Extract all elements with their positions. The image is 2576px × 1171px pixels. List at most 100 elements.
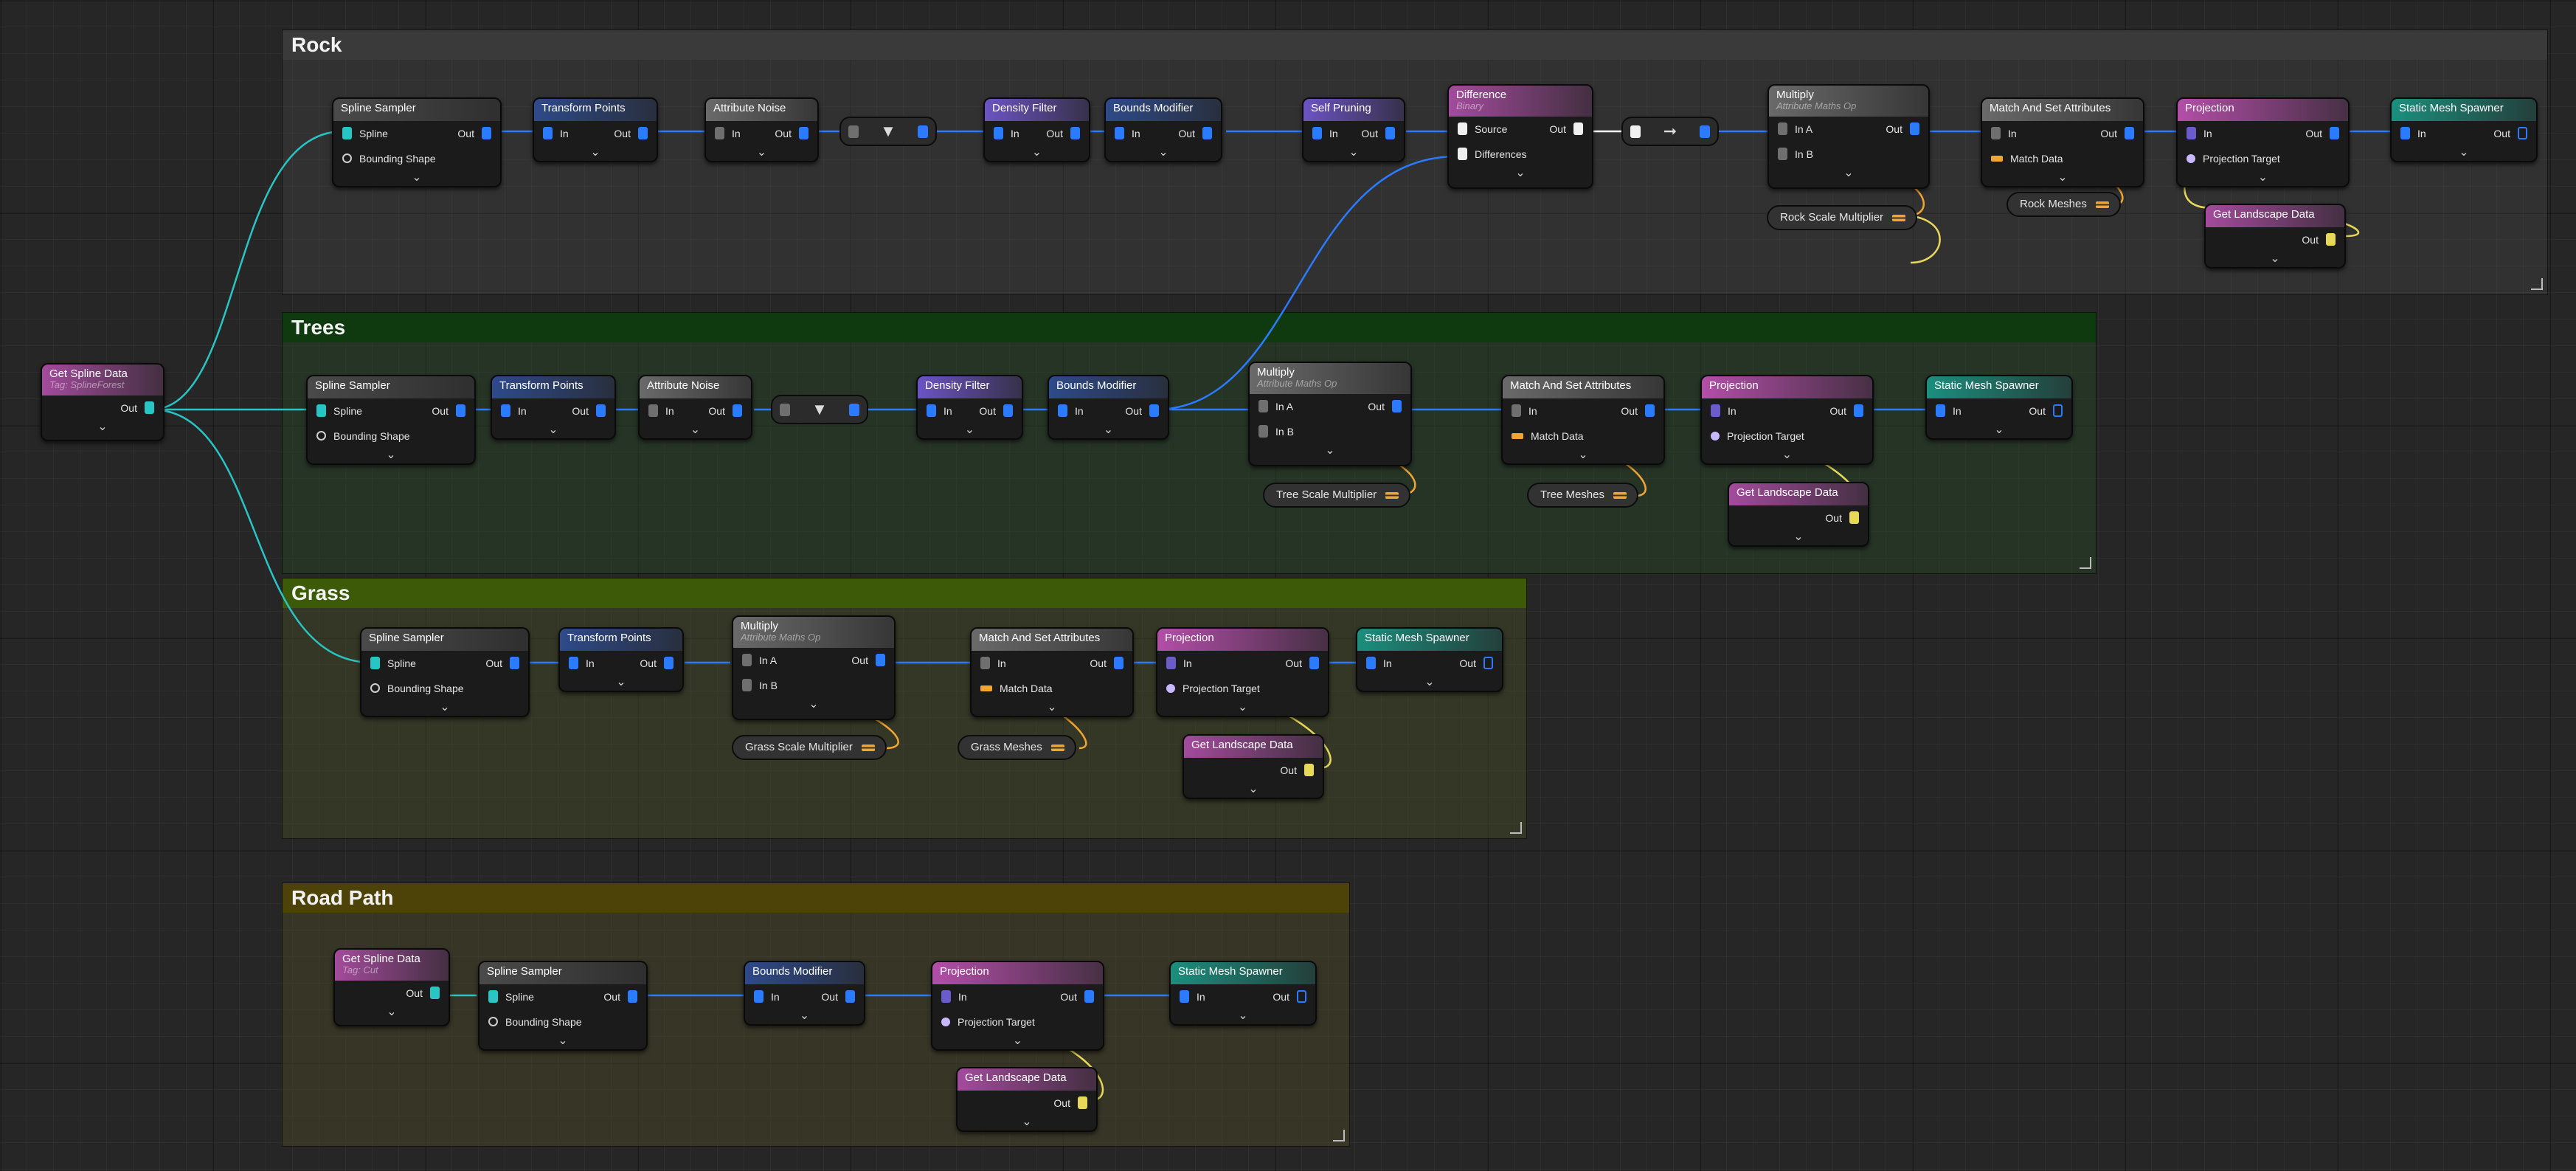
spatial-pin-icon[interactable] <box>941 1017 950 1026</box>
node-multiply[interactable]: Multiply Attribute Maths Op In A Out In B … <box>1248 362 1412 466</box>
chevron-down-icon[interactable]: ⌄ <box>706 146 817 162</box>
shape-pin-icon[interactable] <box>488 1017 498 1027</box>
point-pin-icon[interactable] <box>1366 657 1376 670</box>
point-pin-icon[interactable] <box>848 125 859 138</box>
point-pin-icon[interactable] <box>2400 127 2410 140</box>
chevron-down-icon[interactable]: ⌄ <box>1927 424 2071 440</box>
chevron-down-icon[interactable]: ⌄ <box>333 171 500 187</box>
chevron-down-icon[interactable]: ⌄ <box>2178 171 2348 187</box>
point-pin-icon[interactable] <box>1297 990 1306 1004</box>
node-density-filter[interactable]: Density Filter In Out ⌄ <box>916 375 1023 440</box>
point-pin-icon[interactable] <box>845 990 855 1004</box>
chevron-down-icon[interactable]: ⌄ <box>479 1034 646 1051</box>
param-pin-icon[interactable] <box>1385 492 1399 499</box>
point-pin-icon[interactable] <box>1778 148 1787 161</box>
chevron-down-icon[interactable]: ⌄ <box>1303 146 1404 162</box>
point-pin-icon[interactable] <box>2518 127 2527 140</box>
point-pin-icon[interactable] <box>648 404 658 418</box>
node-static-mesh-spawner[interactable]: Static Mesh Spawner In Out ⌄ <box>1169 961 1317 1026</box>
chevron-down-icon[interactable]: ⌄ <box>1250 444 1410 460</box>
param-pin-icon[interactable] <box>1512 432 1523 439</box>
point-pin-icon[interactable] <box>1309 657 1319 670</box>
point-pin-icon[interactable] <box>1385 127 1395 140</box>
point-pin-icon[interactable] <box>2125 127 2134 140</box>
chevron-down-icon[interactable]: ⌄ <box>534 146 657 162</box>
spline-pin-icon[interactable] <box>370 657 380 670</box>
chevron-down-icon[interactable]: ⌄ <box>985 146 1089 162</box>
node-density-filter[interactable]: Density Filter In Out ⌄ <box>983 97 1090 162</box>
point-pin-icon[interactable] <box>1166 657 1176 670</box>
spatial-pin-icon[interactable] <box>1166 683 1175 693</box>
landscape-pin-icon[interactable] <box>2326 233 2336 246</box>
node-projection[interactable]: Projection In Out Projection Target ⌄ <box>1156 627 1329 717</box>
point-pin-icon[interactable] <box>638 127 648 140</box>
any-pin-icon[interactable] <box>1573 122 1583 136</box>
param-rock-meshes[interactable]: Rock Meshes <box>2007 192 2121 217</box>
point-pin-icon[interactable] <box>1483 657 1493 670</box>
chevron-down-icon[interactable]: ⌄ <box>2392 146 2536 162</box>
landscape-pin-icon[interactable] <box>1078 1096 1087 1110</box>
param-grass-meshes[interactable]: Grass Meshes <box>958 735 1076 760</box>
chevron-down-icon[interactable]: ⌄ <box>1702 449 1872 465</box>
point-pin-icon[interactable] <box>1711 404 1720 418</box>
point-pin-icon[interactable] <box>941 990 951 1004</box>
chevron-down-icon[interactable]: ⌄ <box>1357 676 1502 692</box>
param-pin-icon[interactable] <box>1892 215 1906 221</box>
chevron-down-icon[interactable]: ⌄ <box>42 421 163 437</box>
any-pin-icon[interactable] <box>1630 125 1641 138</box>
chevron-down-icon[interactable]: ⌄ <box>1184 783 1323 799</box>
node-bounds-modifier[interactable]: Bounds Modifier In Out ⌄ <box>1104 97 1222 162</box>
point-pin-icon[interactable] <box>1700 125 1710 138</box>
chevron-down-icon[interactable]: ⌄ <box>1106 146 1221 162</box>
param-grass-scale-multiplier[interactable]: Grass Scale Multiplier <box>732 735 887 760</box>
chevron-down-icon[interactable]: ⌄ <box>1503 449 1663 465</box>
chevron-down-icon[interactable]: ⌄ <box>733 698 894 714</box>
node-get-landscape-data[interactable]: Get Landscape Data Out ⌄ <box>956 1067 1098 1132</box>
node-difference[interactable]: Difference Binary Source Out Differences ⌄ <box>1447 84 1593 189</box>
chevron-down-icon[interactable]: ⌄ <box>560 676 682 692</box>
node-match-and-set-attributes[interactable]: Match And Set Attributes In Out Match Dat… <box>1981 97 2144 187</box>
point-pin-icon[interactable] <box>1258 425 1268 438</box>
point-pin-icon[interactable] <box>1180 990 1189 1004</box>
point-pin-icon[interactable] <box>799 127 809 140</box>
node-multiply[interactable]: Multiply Attribute Maths Op In A Out In B … <box>1767 84 1930 189</box>
node-bounds-modifier[interactable]: Bounds Modifier In Out ⌄ <box>1048 375 1169 440</box>
node-bounds-modifier[interactable]: Bounds Modifier In Out ⌄ <box>744 961 865 1026</box>
chevron-down-icon[interactable]: ⌄ <box>361 701 528 717</box>
point-pin-icon[interactable] <box>1645 404 1655 418</box>
node-get-landscape-data[interactable]: Get Landscape Data Out ⌄ <box>2204 204 2346 269</box>
point-pin-icon[interactable] <box>876 654 885 667</box>
point-pin-icon[interactable] <box>927 404 936 418</box>
chevron-down-icon[interactable]: ⌄ <box>972 701 1132 717</box>
any-pin-icon[interactable] <box>1458 122 1467 136</box>
node-get-spline-data[interactable]: Get Spline Data Tag: SplineForest Out ⌄ <box>41 363 165 441</box>
chevron-down-icon[interactable]: ⌄ <box>932 1034 1103 1051</box>
point-pin-icon[interactable] <box>569 657 578 670</box>
point-pin-icon[interactable] <box>715 127 724 140</box>
node-projection[interactable]: Projection In Out Projection Target ⌄ <box>2176 97 2350 187</box>
point-pin-icon[interactable] <box>501 404 510 418</box>
landscape-pin-icon[interactable] <box>1849 511 1859 525</box>
node-spline-sampler[interactable]: Spline Sampler Spline Out Bounding Shape … <box>306 375 476 465</box>
point-pin-icon[interactable] <box>596 404 606 418</box>
point-pin-icon[interactable] <box>2053 404 2063 418</box>
point-pin-icon[interactable] <box>1778 122 1787 136</box>
node-filter[interactable]: ▼ <box>839 117 937 146</box>
param-pin-icon[interactable] <box>1991 155 2003 162</box>
spline-pin-icon[interactable] <box>342 127 352 140</box>
point-pin-icon[interactable] <box>1202 127 1212 140</box>
point-pin-icon[interactable] <box>754 990 764 1004</box>
point-pin-icon[interactable] <box>849 404 859 416</box>
node-transform-points[interactable]: Transform Points In Out ⌄ <box>533 97 658 162</box>
spline-pin-icon[interactable] <box>430 987 440 1000</box>
node-get-landscape-data[interactable]: Get Landscape Data Out ⌄ <box>1728 482 1869 547</box>
node-spline-sampler[interactable]: Spline Sampler Spline Out Bounding Shape … <box>478 961 648 1051</box>
chevron-down-icon[interactable]: ⌄ <box>640 424 751 440</box>
point-pin-icon[interactable] <box>1910 122 1919 136</box>
point-pin-icon[interactable] <box>742 679 752 692</box>
node-match-and-set-attributes[interactable]: Match And Set Attributes In Out Match Dat… <box>1501 375 1665 465</box>
node-match-and-set-attributes[interactable]: Match And Set Attributes In Out Match Dat… <box>970 627 1134 717</box>
chevron-down-icon[interactable]: ⌄ <box>308 449 474 465</box>
point-pin-icon[interactable] <box>1936 404 1945 418</box>
chevron-down-icon[interactable]: ⌄ <box>1171 1009 1315 1026</box>
